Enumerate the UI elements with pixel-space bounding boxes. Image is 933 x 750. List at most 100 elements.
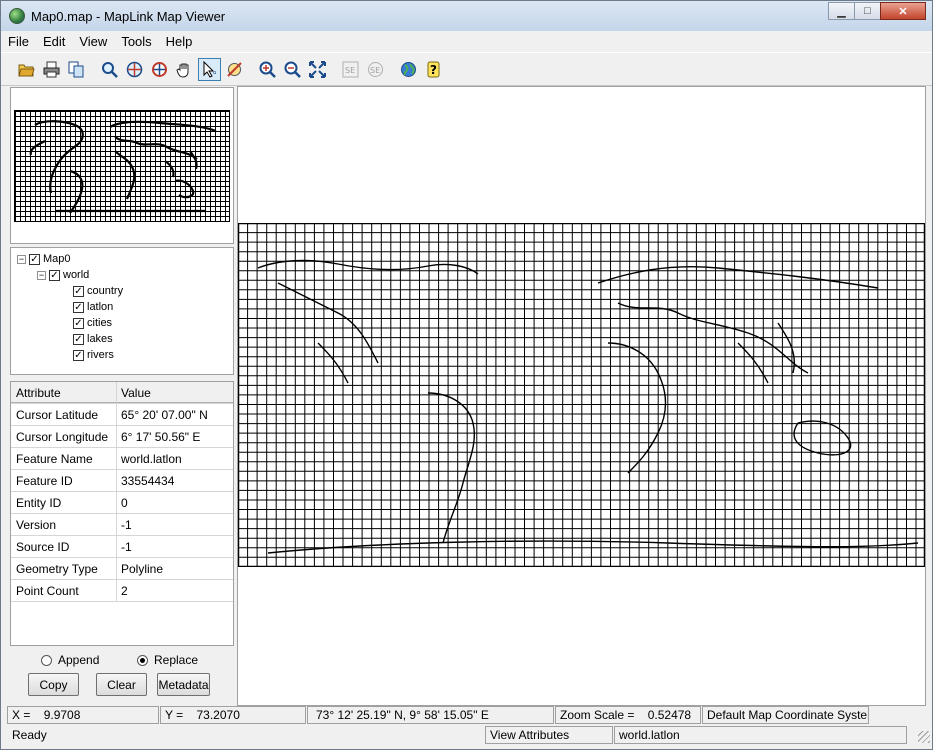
- append-radio[interactable]: Append: [41, 653, 99, 667]
- tree-node-map0[interactable]: − ✓ Map0: [17, 251, 71, 267]
- x-coordinate-panel: X = 9.9708: [7, 706, 159, 724]
- select-button[interactable]: [198, 57, 221, 81]
- checkbox-checked-icon[interactable]: ✓: [73, 333, 84, 345]
- clear-button[interactable]: Clear: [96, 673, 147, 696]
- world-map-latlon-grid[interactable]: [238, 223, 925, 567]
- y-value: 73.2070: [196, 708, 240, 722]
- radio-unselected-icon[interactable]: [41, 654, 52, 666]
- checkbox-checked-icon[interactable]: ✓: [49, 269, 60, 281]
- menu-edit[interactable]: Edit: [36, 34, 72, 49]
- tree-label-map0: Map0: [43, 253, 71, 265]
- coastline-path: [793, 420, 852, 456]
- value-column-header[interactable]: Value: [117, 382, 233, 403]
- map-view[interactable]: [237, 86, 926, 706]
- x-label: X =: [12, 708, 31, 722]
- attribute-name: Cursor Latitude: [11, 404, 117, 425]
- zoom-in-button[interactable]: [256, 58, 279, 81]
- attribute-name: Geometry Type: [11, 558, 117, 579]
- collapse-icon[interactable]: −: [17, 254, 26, 264]
- sel-button[interactable]: SE: [364, 58, 387, 81]
- title-bar[interactable]: Map0.map - MapLink Map Viewer ▁ □ ✕: [1, 1, 932, 31]
- zoom-out-button[interactable]: [281, 58, 304, 81]
- table-row: Point Count 2: [11, 580, 233, 602]
- pan-button[interactable]: [123, 58, 146, 81]
- zoom-to-point-button[interactable]: [148, 58, 171, 81]
- replace-label: Replace: [154, 653, 199, 667]
- no-draw-button[interactable]: [223, 58, 246, 81]
- checkbox-checked-icon[interactable]: ✓: [73, 301, 84, 313]
- menu-file[interactable]: File: [1, 34, 36, 49]
- print-button[interactable]: [40, 58, 63, 81]
- attribute-name: Feature ID: [11, 470, 117, 491]
- zoom-button[interactable]: [98, 58, 121, 81]
- zoom-scale-value: 0.52478: [647, 708, 692, 722]
- checkbox-checked-icon[interactable]: ✓: [73, 349, 84, 361]
- overview-continents: [29, 120, 217, 214]
- tree-node-latlon[interactable]: ✓ latlon: [73, 299, 113, 315]
- resize-grip-icon[interactable]: [918, 731, 930, 743]
- grab-button[interactable]: [173, 58, 196, 81]
- tree-label-latlon: latlon: [87, 301, 114, 313]
- copy-button[interactable]: Copy: [28, 673, 79, 696]
- collapse-icon[interactable]: −: [37, 270, 46, 280]
- globe-icon: [401, 61, 416, 77]
- checkbox-checked-icon[interactable]: ✓: [73, 317, 84, 329]
- tree-node-cities[interactable]: ✓ cities: [73, 315, 112, 331]
- minimize-button[interactable]: ▁: [828, 2, 855, 20]
- selection-mode-group: Append Replace: [41, 653, 231, 669]
- graticule-lines: [238, 223, 925, 567]
- copy-tool-button[interactable]: [65, 58, 88, 81]
- append-label: Append: [58, 653, 100, 667]
- tree-label-rivers: rivers: [87, 349, 114, 361]
- table-row: Feature Name world.latlon: [11, 448, 233, 470]
- attribute-value: Polyline: [121, 562, 164, 576]
- menu-bar: File Edit View Tools Help: [1, 31, 932, 51]
- open-button[interactable]: [15, 58, 38, 81]
- attribute-table-header: Attribute Value: [11, 382, 233, 404]
- table-row: Source ID -1: [11, 536, 233, 558]
- menu-view[interactable]: View: [72, 34, 114, 49]
- toolbar: SE SE ?: [1, 52, 932, 86]
- tree-node-country[interactable]: ✓ country: [73, 283, 123, 299]
- checkbox-checked-icon[interactable]: ✓: [73, 285, 84, 297]
- se-button[interactable]: SE: [339, 58, 362, 81]
- menu-tools[interactable]: Tools: [114, 34, 158, 49]
- select-arrow-icon: [203, 60, 217, 78]
- table-row: Feature ID 33554434: [11, 470, 233, 492]
- pan-icon: [126, 61, 143, 77]
- radio-selected-icon[interactable]: [137, 654, 148, 666]
- x-value: 9.9708: [43, 708, 81, 722]
- replace-radio[interactable]: Replace: [137, 653, 198, 667]
- zoom-in-icon: [259, 61, 276, 78]
- tree-node-world[interactable]: − ✓ world: [37, 267, 89, 283]
- tree-label-world: world: [63, 269, 90, 281]
- tree-node-lakes[interactable]: ✓ lakes: [73, 331, 113, 347]
- menu-help[interactable]: Help: [159, 34, 200, 49]
- table-row: Cursor Latitude 65° 20' 07.00" N: [11, 404, 233, 426]
- table-row: Cursor Longitude 6° 17' 50.56" E: [11, 426, 233, 448]
- tree-label-country: country: [87, 285, 124, 297]
- se-icon: SE: [342, 61, 359, 77]
- layer-tree: − ✓ Map0 − ✓ world ✓ country ✓ latlon ✓ …: [10, 247, 234, 375]
- print-icon: [43, 61, 60, 77]
- metadata-button[interactable]: Metadata: [157, 673, 210, 696]
- zoom-extent-button[interactable]: [306, 58, 329, 81]
- status-bar-coordinates: X = 9.9708 Y = 73.2070 73° 12' 25.19" N,…: [1, 706, 932, 725]
- attribute-column-header[interactable]: Attribute: [11, 382, 117, 403]
- attribute-value: world.latlon: [121, 452, 182, 466]
- latlon-readout: 73° 12' 25.19" N, 9° 58' 15.05" E: [307, 706, 554, 724]
- close-button[interactable]: ✕: [880, 2, 926, 20]
- attribute-name: Source ID: [11, 536, 117, 557]
- tree-node-rivers[interactable]: ✓ rivers: [73, 347, 114, 363]
- attribute-name: Point Count: [11, 580, 117, 601]
- overview-map-panel[interactable]: [10, 87, 234, 244]
- overview-map[interactable]: [14, 110, 230, 222]
- app-window: Map0.map - MapLink Map Viewer ▁ □ ✕ File…: [0, 0, 933, 750]
- copy-icon: [68, 61, 84, 77]
- checkbox-checked-icon[interactable]: ✓: [29, 253, 40, 265]
- attribute-value: 2: [121, 584, 128, 598]
- maximize-button[interactable]: □: [854, 2, 881, 20]
- help-button[interactable]: ?: [422, 58, 445, 81]
- globe-button[interactable]: [397, 58, 420, 81]
- svg-text:?: ?: [430, 63, 437, 77]
